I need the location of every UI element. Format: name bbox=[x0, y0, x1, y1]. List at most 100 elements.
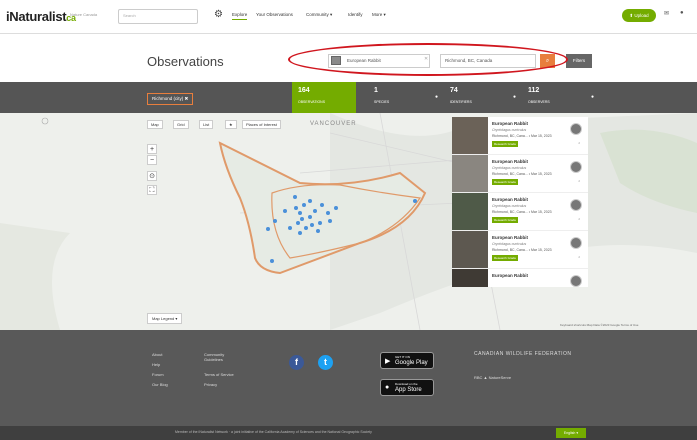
filters-button[interactable]: Filters bbox=[566, 54, 592, 68]
network-notice: Member of the iNaturalist Network · a jo… bbox=[175, 430, 372, 434]
fullscreen-icon[interactable]: ⛶ bbox=[147, 185, 157, 195]
footer-blog-link[interactable]: Our Blog bbox=[152, 382, 168, 387]
observation-scientific-name: Oryctolagus cuniculus bbox=[492, 204, 527, 208]
quality-grade-badge: Research Grade bbox=[492, 255, 519, 261]
identification-count: 2 bbox=[578, 255, 580, 259]
info-icon: ● bbox=[434, 94, 438, 100]
quality-grade-badge: Research Grade bbox=[492, 141, 519, 147]
info-icon: ● bbox=[512, 94, 516, 100]
observation-scientific-name: Oryctolagus cuniculus bbox=[492, 166, 527, 170]
nav-your-observations-link[interactable]: Your Observations bbox=[256, 12, 293, 17]
info-icon: ● bbox=[590, 94, 594, 100]
identification-count: 2 bbox=[578, 141, 580, 145]
identification-count: 2 bbox=[578, 179, 580, 183]
zoom-out-button[interactable]: − bbox=[147, 155, 157, 165]
avatar[interactable] bbox=[570, 161, 582, 173]
observation-map[interactable]: VANCOUVER bbox=[0, 113, 697, 330]
logo-text: iNaturalist bbox=[6, 9, 67, 24]
observation-place: Richmond, BC, Cana... • Mar 15, 2023 bbox=[492, 210, 552, 214]
grid-view-tab[interactable]: Grid bbox=[173, 120, 189, 129]
footer-forum-link[interactable]: Forum bbox=[152, 372, 164, 377]
inaturalist-logo[interactable]: iNaturalistca bbox=[6, 9, 76, 24]
avatar[interactable] bbox=[570, 199, 582, 211]
site-footer bbox=[0, 330, 697, 426]
quality-grade-badge: Research Grade bbox=[492, 179, 519, 185]
map-view-tab[interactable]: Map bbox=[147, 120, 163, 129]
app-store-small-text: Download on the bbox=[395, 382, 418, 386]
observations-label: OBSERVATIONS bbox=[298, 100, 326, 104]
places-of-interest-toggle[interactable]: Places of Interest bbox=[242, 120, 281, 129]
observers-stat-tab[interactable]: 112 OBSERVERS ● bbox=[522, 82, 600, 113]
nav-more-menu[interactable]: More ▾ bbox=[372, 12, 386, 18]
observations-stat-tab[interactable]: 164 OBSERVATIONS bbox=[292, 82, 356, 113]
map-legend-button[interactable]: Map Legend ▾ bbox=[147, 313, 183, 324]
google-play-badge[interactable]: ▶ GET IT ON Google Play bbox=[380, 352, 434, 369]
footer-privacy-link[interactable]: Privacy bbox=[204, 382, 217, 387]
facebook-icon[interactable]: f bbox=[289, 355, 304, 370]
observation-card[interactable]: European Rabbit Oryctolagus cuniculus Ri… bbox=[452, 193, 588, 231]
map-canvas[interactable] bbox=[0, 113, 697, 330]
observation-list[interactable]: European Rabbit Oryctolagus cuniculus Ri… bbox=[452, 117, 588, 287]
app-store-text: App Store bbox=[395, 387, 422, 393]
map-city-label: VANCOUVER bbox=[310, 121, 357, 127]
observation-name[interactable]: European Rabbit bbox=[492, 197, 528, 202]
identifiers-stat-tab[interactable]: 74 IDENTIFIERS ● bbox=[444, 82, 522, 113]
observation-place: Richmond, BC, Cana... • Mar 15, 2023 bbox=[492, 134, 552, 138]
footer-about-link[interactable]: About bbox=[152, 352, 162, 357]
nav-explore-link[interactable]: Explore bbox=[232, 12, 248, 20]
observation-photo[interactable] bbox=[452, 193, 488, 230]
identification-count: 2 bbox=[578, 217, 580, 221]
nav-identify-link[interactable]: Identify bbox=[348, 12, 363, 17]
observation-place: Richmond, BC, Cana... • Mar 15, 2023 bbox=[492, 248, 552, 252]
observation-name[interactable]: European Rabbit bbox=[492, 235, 528, 240]
observation-photo[interactable] bbox=[452, 231, 488, 268]
app-store-badge[interactable]: ● Download on the App Store bbox=[380, 379, 434, 396]
highlight-annotation bbox=[288, 43, 568, 76]
footer-guidelines-link[interactable]: Community Guidelines bbox=[204, 352, 236, 362]
observation-card[interactable]: European Rabbit Oryctolagus cuniculus Ri… bbox=[452, 117, 588, 155]
observation-place: Richmond, BC, Cana... • Mar 15, 2023 bbox=[492, 172, 552, 176]
identifiers-count: 74 bbox=[450, 87, 458, 94]
logo-subtitle: Nature Canada bbox=[70, 12, 98, 17]
notification-icon[interactable]: ● bbox=[680, 10, 684, 16]
twitter-icon[interactable]: t bbox=[318, 355, 333, 370]
observation-name[interactable]: European Rabbit bbox=[492, 273, 528, 278]
locate-icon[interactable]: ⊙ bbox=[147, 171, 157, 181]
observers-label: OBSERVERS bbox=[528, 100, 550, 104]
observation-card[interactable]: European Rabbit Oryctolagus cuniculus Ri… bbox=[452, 231, 588, 269]
mail-icon[interactable]: ✉ bbox=[664, 10, 669, 17]
observation-photo[interactable] bbox=[452, 269, 488, 287]
avatar[interactable] bbox=[570, 237, 582, 249]
site-search-input[interactable]: Search bbox=[118, 9, 198, 24]
footer-terms-link[interactable]: Terms of Service bbox=[204, 372, 234, 377]
list-view-tab[interactable]: List bbox=[199, 120, 214, 129]
observation-card[interactable]: European Rabbit bbox=[452, 269, 588, 287]
upload-button[interactable]: ⬆ Upload bbox=[622, 9, 656, 22]
species-stat-tab[interactable]: 1 SPECIES ● bbox=[368, 82, 444, 113]
observation-scientific-name: Oryctolagus cuniculus bbox=[492, 128, 527, 132]
language-selector[interactable]: English ▾ bbox=[556, 428, 586, 438]
observation-card[interactable]: European Rabbit Oryctolagus cuniculus Ri… bbox=[452, 155, 588, 193]
apple-icon: ● bbox=[385, 384, 390, 391]
species-label: SPECIES bbox=[374, 100, 390, 104]
avatar[interactable] bbox=[570, 275, 582, 287]
partner-logos[interactable]: RBC ▲ NatureServe bbox=[474, 375, 511, 380]
observation-photo[interactable] bbox=[452, 155, 488, 192]
google-play-text: Google Play bbox=[395, 360, 428, 366]
gear-icon[interactable]: ⚙ bbox=[214, 9, 223, 20]
observation-name[interactable]: European Rabbit bbox=[492, 159, 528, 164]
google-play-small-text: GET IT ON bbox=[395, 355, 410, 359]
nav-community-menu[interactable]: Community ▾ bbox=[306, 12, 332, 18]
star-icon[interactable]: ★ bbox=[225, 120, 237, 129]
observation-name[interactable]: European Rabbit bbox=[492, 121, 528, 126]
top-navigation bbox=[0, 0, 697, 34]
avatar[interactable] bbox=[570, 123, 582, 135]
federation-logo[interactable]: CANADIAN WILDLIFE FEDERATION bbox=[474, 351, 572, 357]
species-count: 1 bbox=[374, 87, 378, 94]
footer-help-link[interactable]: Help bbox=[152, 362, 160, 367]
zoom-in-button[interactable]: + bbox=[147, 144, 157, 154]
observation-photo[interactable] bbox=[452, 117, 488, 154]
observations-count: 164 bbox=[298, 87, 310, 94]
place-filter-tag[interactable]: Richmond (city) ✖ bbox=[147, 93, 194, 105]
page-title: Observations bbox=[147, 54, 224, 69]
